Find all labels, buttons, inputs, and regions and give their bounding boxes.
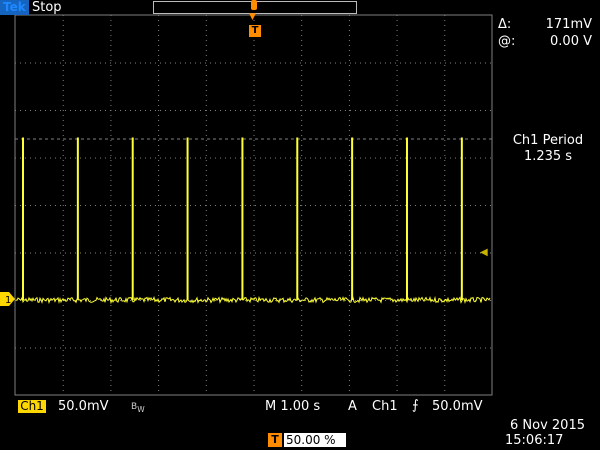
ch1-ground-marker[interactable]: 1 bbox=[0, 292, 15, 306]
trace-baseline bbox=[15, 295, 491, 305]
svg-text:1: 1 bbox=[5, 295, 11, 306]
cursor-at-value: 0.00 V bbox=[550, 34, 592, 49]
acquisition-status[interactable]: Stop bbox=[32, 0, 62, 15]
horizontal-position-value[interactable]: 50.00 % bbox=[284, 433, 346, 447]
ch1-trace bbox=[15, 137, 491, 305]
horizontal-position-marker: T bbox=[268, 433, 282, 447]
ch1-badge[interactable]: Ch1 bbox=[18, 400, 46, 413]
scope-graticule bbox=[14, 14, 493, 396]
graticule-grid bbox=[15, 15, 491, 391]
rising-edge-icon: ⨍ bbox=[412, 398, 419, 413]
date-readout: 6 Nov 2015 bbox=[510, 418, 585, 433]
trigger-source[interactable]: Ch1 bbox=[372, 400, 398, 413]
brand-logo: Tek bbox=[0, 0, 29, 15]
trigger-position-arrow-icon: ▼ bbox=[249, 12, 256, 22]
cursor-delta-value: 171mV bbox=[545, 17, 592, 32]
trigger-level-arrow-icon: ◀ bbox=[480, 247, 488, 258]
time-readout: 15:06:17 bbox=[505, 433, 564, 448]
cursor-delta-label: Δ: bbox=[498, 17, 512, 32]
record-view-marker bbox=[251, 0, 257, 10]
measurement-value: 1.235 s bbox=[523, 149, 573, 164]
bandwidth-limit-icon: BW bbox=[131, 402, 145, 414]
trigger-mode: A bbox=[348, 399, 357, 414]
cursor-at-label: @: bbox=[498, 34, 516, 49]
ch1-scale: 50.0mV bbox=[58, 399, 109, 414]
trigger-position-marker[interactable]: T bbox=[249, 25, 261, 37]
trigger-level[interactable]: 50.0mV bbox=[432, 400, 483, 413]
measurement-title: Ch1 Period bbox=[512, 133, 584, 148]
timebase-readout[interactable]: M 1.00 s bbox=[265, 400, 320, 413]
